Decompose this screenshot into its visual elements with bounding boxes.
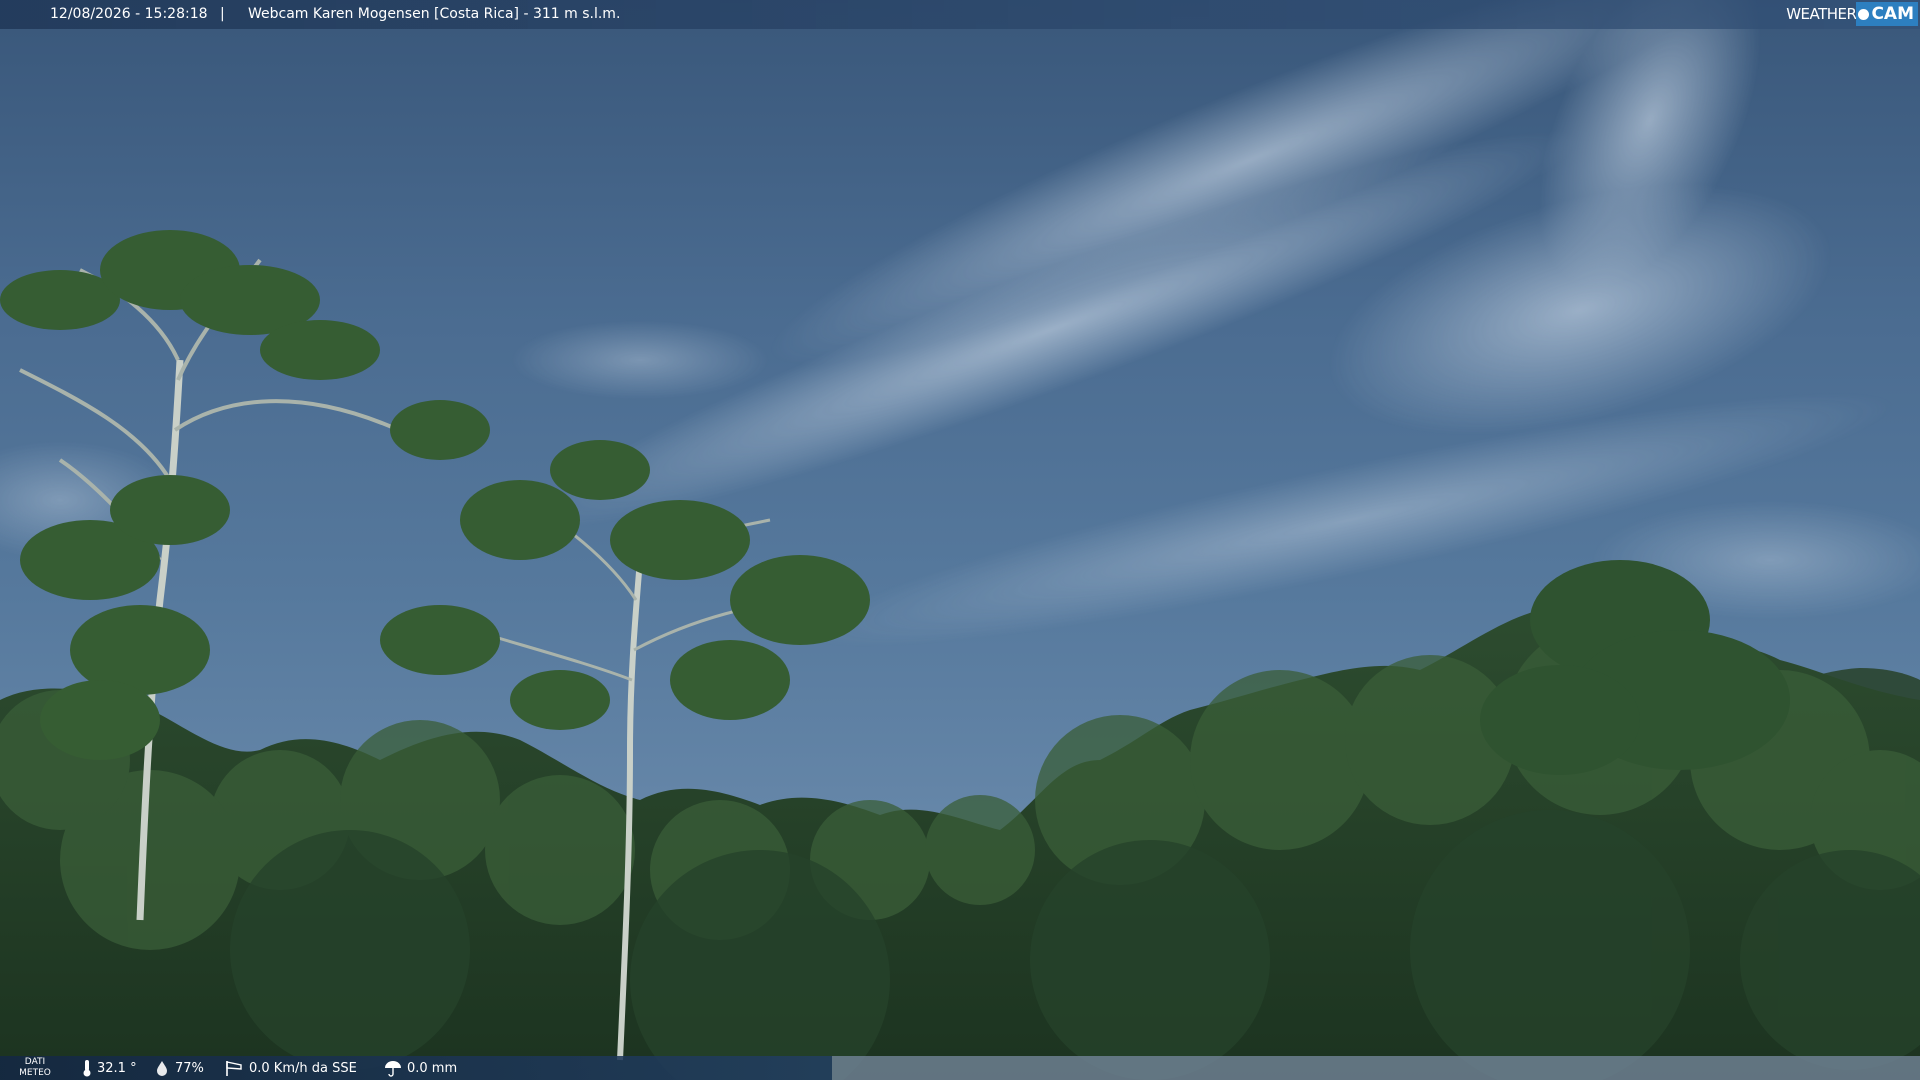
- rain-value: 0.0 mm: [407, 1060, 458, 1076]
- logo-text-weather: WEATHER: [1786, 4, 1857, 23]
- logo-text-cam: CAM: [1871, 4, 1914, 24]
- humidity-stat: 77%: [154, 1056, 204, 1080]
- wind-stat: 0.0 Km/h da SSE: [224, 1056, 357, 1080]
- logo-badge: CAM: [1856, 2, 1918, 26]
- drop-icon: [157, 1061, 167, 1076]
- landscape-scene: [0, 0, 1920, 1080]
- separator: |: [220, 6, 225, 22]
- timestamp: 12/08/2026 - 15:28:18: [50, 6, 208, 22]
- weathercam-logo: WEATHER CAM: [1786, 2, 1918, 26]
- meteo-label-line2: METEO: [19, 1068, 51, 1078]
- temperature-value: 32.1 °: [97, 1060, 137, 1076]
- meteo-label: DATI METEO: [12, 1057, 58, 1079]
- webcam-title: Webcam Karen Mogensen [Costa Rica] - 311…: [248, 6, 621, 22]
- thermometer-icon: [83, 1060, 91, 1077]
- top-info-bar: 12/08/2026 - 15:28:18 | Webcam Karen Mog…: [0, 0, 1920, 29]
- rain-stat: 0.0 mm: [384, 1056, 457, 1080]
- temperature-stat: 32.1 °: [82, 1056, 137, 1080]
- humidity-value: 77%: [175, 1060, 204, 1076]
- wind-value: 0.0 Km/h da SSE: [249, 1060, 357, 1076]
- meteo-label-line1: DATI: [24, 1057, 46, 1067]
- meteo-bar: DATI METEO 32.1 ° 77% 0.0 Km/h da SSE 0.…: [0, 1056, 832, 1080]
- bottom-bar-filler: [832, 1056, 1920, 1080]
- logo-dot-icon: [1858, 8, 1870, 20]
- webcam-viewport: 12/08/2026 - 15:28:18 | Webcam Karen Mog…: [0, 0, 1920, 1080]
- umbrella-icon: [385, 1061, 401, 1077]
- windsock-icon: [226, 1061, 242, 1076]
